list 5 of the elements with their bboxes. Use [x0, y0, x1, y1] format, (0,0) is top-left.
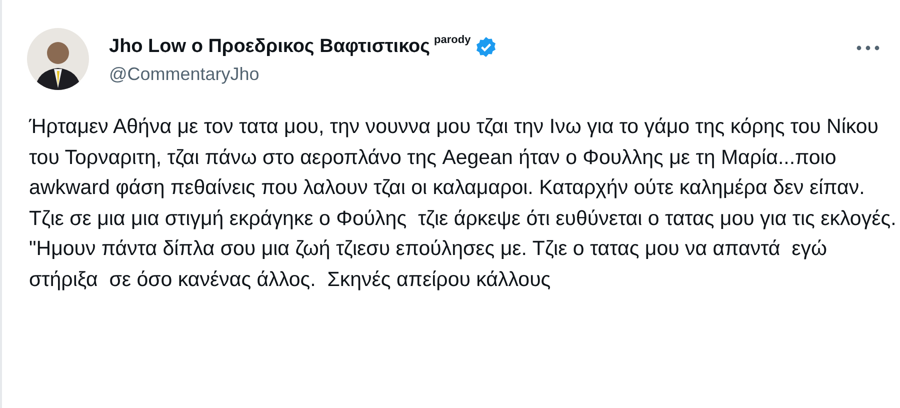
- more-options-icon[interactable]: [856, 44, 880, 52]
- post-text: Ήρταμεν Αθήνα με τον τατα μου, την νουννα μου τζαι την Ινω για το γάμο της κόρης του Νίκου του Τορναριτη, τζαι πάνω στο αεροπλάνο της Aegean ήταν ο Φουλλης με τη Μαρία...ποιο awkward φάση πεθαίνεις που λαλουν τζαι οι καλαμαροι. Καταρχήν ούτε καλημέρα δεν είπαν. Τζιε σε μια μια στιγμή εκράγηκε ο Φούλης τζιε άρκεψε ότι ευθύνεται ο τατας μου για τις εκλογές. "Ημουν πάντα δίπλα σου μια ζωή τζιεσυ επούλησες με. Τζιε ο τατας μου να απαντά εγώ στήριξα σε όσο κανένας άλλος. Σκηνές απείρου κάλλους: [29, 114, 898, 292]
- account-label: parody: [434, 34, 471, 46]
- author-name[interactable]: Jho Low ο Προεδρικος Βαφτιστικος: [109, 36, 430, 58]
- account-handle[interactable]: @CommentaryJho: [109, 64, 836, 85]
